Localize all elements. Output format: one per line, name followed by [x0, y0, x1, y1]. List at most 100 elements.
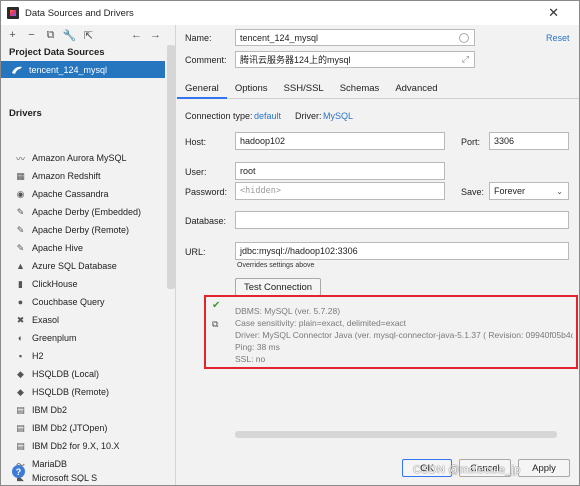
title-bar: Data Sources and Drivers ✕ [1, 1, 579, 25]
horizontal-scrollbar[interactable] [235, 431, 557, 438]
comment-field[interactable]: 腾讯云服务器124上的mysql ⤢ [235, 51, 475, 68]
drivers-header: Drivers [9, 108, 42, 119]
port-field[interactable]: 3306 [489, 132, 569, 150]
driver-item[interactable]: ▮ ClickHouse [1, 275, 167, 293]
chevron-down-icon: ⌄ [556, 186, 563, 196]
case-sensitivity-info: Case sensitivity: plain=exact, delimited… [235, 318, 407, 328]
driver-item[interactable]: 〰 Amazon Aurora MySQL [1, 149, 167, 167]
greenplum-icon: ◐ [17, 333, 24, 343]
h2-icon: ▪ [18, 351, 23, 361]
back-arrow-icon[interactable]: ← [131, 29, 142, 41]
driver-item[interactable]: ▤ IBM Db2 for 9.X, 10.X [1, 437, 167, 455]
move-icon[interactable]: ⇱ [83, 30, 94, 42]
url-hint: Overrides settings above [237, 262, 315, 269]
left-panel: + − ⧉ 🔧 ⇱ ← → Project Data Sources tence… [1, 25, 176, 485]
database-label: Database: [185, 216, 227, 226]
driver-item[interactable]: ◆ HSQLDB (Remote) [1, 383, 167, 401]
tab-general[interactable]: General [177, 79, 227, 99]
hsqldb-icon: ◆ [17, 386, 24, 397]
db2-icon: ▤ [16, 440, 25, 451]
close-icon[interactable]: ✕ [548, 5, 559, 21]
connection-type-link[interactable]: default [254, 111, 281, 121]
duplicate-icon[interactable]: ⧉ [45, 29, 56, 41]
tab-schemas[interactable]: Schemas [332, 79, 388, 99]
driver-item[interactable]: ◆ HSQLDB (Local) [1, 365, 167, 383]
tab-options[interactable]: Options [227, 79, 276, 99]
comment-label: Comment: [185, 55, 227, 65]
ssl-info: SSL: no [235, 354, 266, 364]
url-label: URL: [185, 247, 206, 257]
password-label: Password: [185, 187, 228, 197]
expand-icon[interactable]: ⤢ [462, 54, 469, 65]
port-label: Port: [461, 137, 481, 147]
driver-info: Driver: MySQL Connector Java (ver. mysql… [235, 330, 573, 340]
driver-link[interactable]: MySQL [323, 111, 353, 121]
azure-icon: ▲ [16, 261, 25, 271]
driver-item[interactable]: ▤ IBM Db2 [1, 401, 167, 419]
password-field[interactable]: <hidden> [235, 182, 445, 200]
driver-item[interactable]: ● Couchbase Query [1, 293, 167, 311]
connection-type-label: Connection type: [185, 111, 253, 121]
forward-arrow-icon[interactable]: → [150, 29, 161, 41]
driver-item[interactable]: ▲ Azure SQL Database [1, 257, 167, 275]
driver-item[interactable]: ✎ Apache Derby (Remote) [1, 221, 167, 239]
test-connection-button[interactable]: Test Connection [235, 278, 321, 296]
derby-icon: ✎ [16, 206, 25, 217]
driver-item[interactable]: ◣Microsoft SQL S [1, 473, 167, 482]
cassandra-icon: ◉ [16, 188, 25, 199]
add-icon[interactable]: + [7, 29, 18, 41]
reset-link[interactable]: Reset [546, 33, 570, 43]
intellij-app-icon [7, 7, 19, 19]
save-label: Save: [461, 187, 485, 197]
help-icon[interactable]: ? [12, 465, 25, 478]
tab-advanced[interactable]: Advanced [387, 79, 445, 99]
driver-item[interactable]: ▤ IBM Db2 (JTOpen) [1, 419, 167, 437]
db2-icon: ▤ [16, 422, 25, 433]
settings-tabs: General Options SSH/SSL Schemas Advanced [177, 79, 579, 99]
couchbase-icon: ● [17, 297, 24, 307]
driver-item[interactable]: ◉ Apache Cassandra [1, 185, 167, 203]
remove-icon[interactable]: − [26, 29, 37, 41]
redshift-icon: ▦ [16, 170, 25, 181]
aurora-icon: 〰 [15, 153, 25, 164]
right-panel: Name: tencent_124_mysql Reset Comment: 腾… [177, 25, 579, 485]
driver-list: 〰 Amazon Aurora MySQL ▦ Amazon Redshift ◉ A… [1, 149, 167, 482]
dialog-window: Data Sources and Drivers ✕ + − ⧉ 🔧 ⇱ ← →… [0, 0, 580, 486]
dbms-info: DBMS: MySQL (ver. 5.7.28) [235, 306, 341, 316]
save-select[interactable]: Forever ⌄ [489, 182, 569, 200]
apply-button[interactable]: Apply [518, 459, 570, 477]
window-title: Data Sources and Drivers [25, 7, 134, 19]
host-label: Host: [185, 137, 207, 147]
ping-info: Ping: 38 ms [235, 342, 280, 352]
derby-icon: ✎ [16, 224, 25, 235]
url-field[interactable]: jdbc:mysql://hadoop102:3306 [235, 242, 569, 260]
hive-icon: ✎ [16, 242, 25, 253]
checkmark-icon: ✔ [212, 300, 221, 311]
host-field[interactable]: hadoop102 [235, 132, 445, 150]
dolphin-icon [12, 66, 22, 74]
driver-label: Driver: [295, 111, 322, 121]
data-source-item[interactable]: tencent_124_mysql [1, 61, 165, 78]
hsqldb-icon: ◆ [17, 368, 24, 379]
driver-item[interactable]: ✎ Apache Hive [1, 239, 167, 257]
driver-item[interactable]: ▦ Amazon Redshift [1, 167, 167, 185]
exasol-icon: ✖ [16, 314, 25, 325]
watermark-text: CSDN @molecule_jp [413, 464, 521, 476]
tab-ssh-ssl[interactable]: SSH/SSL [276, 79, 332, 99]
copy-icon[interactable]: ⧉ [212, 319, 218, 330]
database-field[interactable] [235, 211, 569, 229]
driver-item[interactable]: ✎ Apache Derby (Embedded) [1, 203, 167, 221]
user-field[interactable]: root [235, 162, 445, 180]
user-label: User: [185, 167, 207, 177]
driver-item[interactable]: ▪ H2 [1, 347, 167, 365]
data-source-label: tencent_124_mysql [29, 64, 108, 75]
name-label: Name: [185, 33, 212, 43]
driver-item[interactable]: ✖ Exasol [1, 311, 167, 329]
driver-item[interactable]: 〜MariaDB [1, 455, 167, 473]
circle-indicator-icon [459, 33, 469, 43]
wrench-icon[interactable]: 🔧 [63, 30, 77, 42]
driver-item[interactable]: ◐ Greenplum [1, 329, 167, 347]
sidebar-scrollbar[interactable] [167, 45, 175, 289]
db2-icon: ▤ [16, 404, 25, 415]
name-field[interactable]: tencent_124_mysql [235, 29, 475, 46]
